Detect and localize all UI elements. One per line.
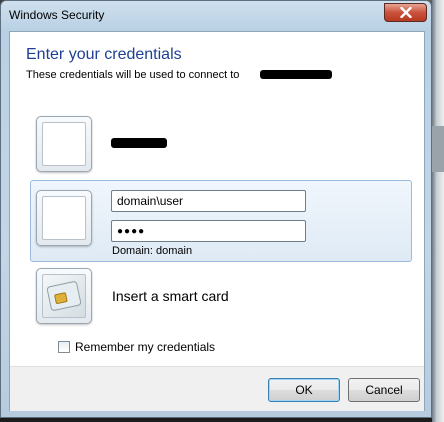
cancel-button[interactable]: Cancel — [348, 378, 420, 402]
smart-card-label: Insert a smart card — [112, 288, 229, 304]
dialog-footer: OK Cancel — [10, 366, 424, 411]
blank-user-picture — [42, 196, 86, 240]
remember-credentials-row[interactable]: Remember my credentials — [58, 340, 215, 354]
smart-card-icon — [42, 274, 86, 318]
password-field[interactable] — [111, 220, 306, 242]
smart-card-tile[interactable] — [36, 268, 92, 324]
background-edge-right — [432, 0, 444, 422]
dialog-header: Enter your credentials These credentials… — [10, 32, 424, 92]
dialog-client-area: Enter your credentials These credentials… — [9, 31, 425, 411]
close-icon — [399, 7, 412, 18]
user-picture-flower-icon — [42, 122, 86, 166]
redacted-username — [111, 138, 167, 148]
close-button[interactable] — [384, 3, 427, 22]
username-field[interactable] — [111, 190, 306, 212]
remember-label: Remember my credentials — [75, 340, 216, 354]
domain-label: Domain: domain — [112, 245, 193, 257]
dialog-heading: Enter your credentials — [26, 46, 182, 63]
background-scroll-element — [432, 126, 444, 172]
saved-user-tile[interactable] — [36, 116, 92, 172]
ok-button[interactable]: OK — [268, 378, 340, 402]
window-title: Windows Security — [9, 8, 105, 22]
title-bar[interactable]: Windows Security — [1, 1, 431, 31]
dialog-subheading: These credentials will be used to connec… — [26, 69, 240, 81]
redacted-server-name — [260, 70, 332, 79]
windows-security-dialog: Windows Security Enter your credentials … — [0, 0, 432, 418]
remember-checkbox[interactable] — [58, 341, 70, 353]
blank-user-tile-icon — [36, 190, 92, 246]
